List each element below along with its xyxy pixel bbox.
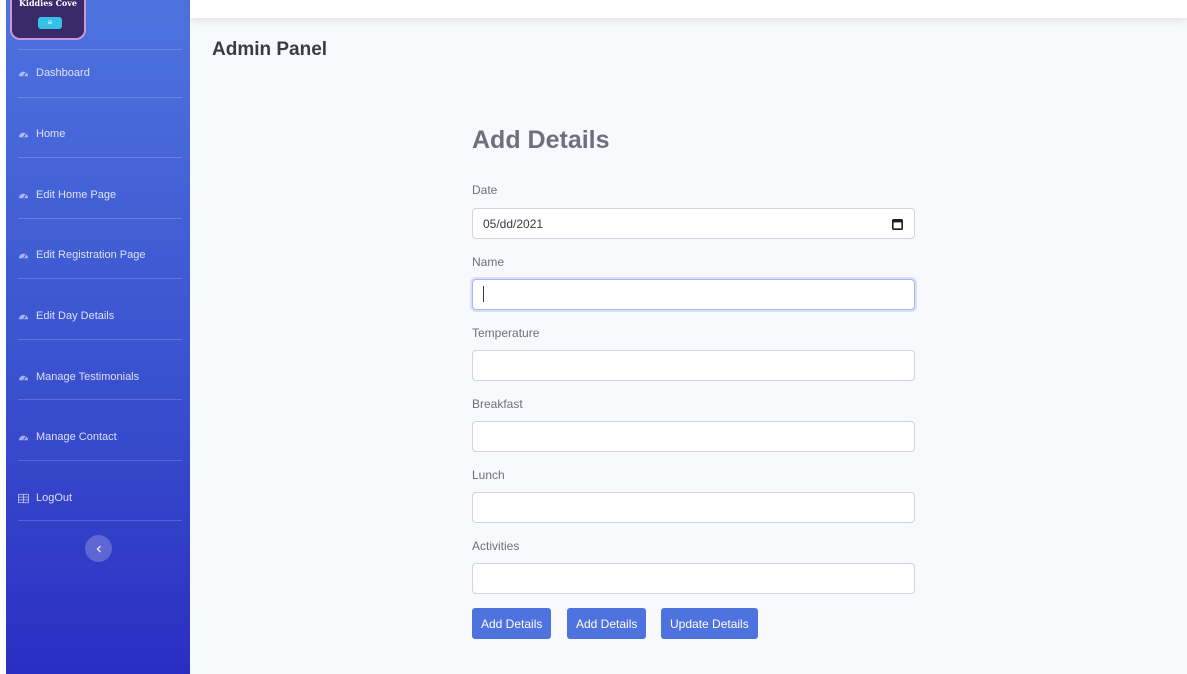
sidebar-item-edit-registration-page[interactable]: Edit Registration Page <box>18 245 182 265</box>
update-details-button[interactable]: Update Details <box>661 608 758 639</box>
chevron-left-icon <box>96 545 101 552</box>
sidebar: Kiddies Cove ≡ Dashboard Home Edit Home … <box>6 0 190 674</box>
calendar-icon[interactable] <box>892 218 903 230</box>
sidebar-item-edit-home-page[interactable]: Edit Home Page <box>18 185 182 205</box>
sidebar-divider <box>18 460 182 461</box>
breakfast-label: Breakfast <box>472 397 523 411</box>
form-title: Add Details <box>472 126 610 154</box>
sidebar-item-label: Edit Home Page <box>36 189 117 201</box>
sidebar-divider <box>18 520 182 521</box>
sidebar-item-edit-day-details[interactable]: Edit Day Details <box>18 306 182 326</box>
dashboard-icon <box>18 250 29 261</box>
name-field-wrapper <box>472 279 915 310</box>
sidebar-item-label: Edit Day Details <box>36 310 115 322</box>
sidebar-toggle-button[interactable] <box>85 535 112 562</box>
activities-label: Activities <box>472 539 520 553</box>
page-title: Admin Panel <box>212 39 328 60</box>
date-label: Date <box>472 183 498 197</box>
sidebar-divider <box>18 339 182 340</box>
sidebar-divider <box>18 49 182 50</box>
add-details-button-secondary[interactable]: Add Details <box>567 608 647 639</box>
topbar <box>190 0 1187 18</box>
name-input[interactable] <box>472 279 915 310</box>
add-details-button[interactable]: Add Details <box>472 608 552 639</box>
lunch-label: Lunch <box>472 468 505 482</box>
sidebar-divider <box>18 278 182 279</box>
lunch-input[interactable] <box>472 492 915 523</box>
sidebar-item-label: Edit Registration Page <box>36 249 146 261</box>
dashboard-icon <box>18 432 29 443</box>
table-icon <box>18 493 29 504</box>
sidebar-item-dashboard[interactable]: Dashboard <box>18 63 182 83</box>
temperature-input[interactable] <box>472 350 915 381</box>
date-input[interactable]: 05/dd/2021 <box>472 208 915 239</box>
dashboard-icon <box>18 372 29 383</box>
sidebar-divider <box>18 157 182 158</box>
sidebar-divider <box>18 218 182 219</box>
dashboard-icon <box>18 68 29 79</box>
brand-logo-text: Kiddies Cove <box>18 0 78 8</box>
text-caret <box>483 286 484 302</box>
brand-logo-badge: ≡ <box>38 17 62 29</box>
sidebar-item-manage-testimonials[interactable]: Manage Testimonials <box>18 367 182 387</box>
sidebar-item-label: Home <box>36 128 66 140</box>
breakfast-input[interactable] <box>472 421 915 452</box>
name-label: Name <box>472 255 505 269</box>
sidebar-item-home[interactable]: Home <box>18 124 182 144</box>
sidebar-item-label: Manage Testimonials <box>36 371 140 383</box>
sidebar-item-label: Dashboard <box>36 67 90 79</box>
sidebar-item-label: Manage Contact <box>36 431 117 443</box>
sidebar-item-manage-contact[interactable]: Manage Contact <box>18 427 182 447</box>
dashboard-icon <box>18 311 29 322</box>
sidebar-item-label: LogOut <box>36 492 73 504</box>
activities-input[interactable] <box>472 563 915 594</box>
dashboard-icon <box>18 190 29 201</box>
sidebar-divider <box>18 399 182 400</box>
brand-logo[interactable]: Kiddies Cove ≡ <box>10 0 86 40</box>
temperature-label: Temperature <box>472 326 540 340</box>
sidebar-item-logout[interactable]: LogOut <box>18 488 182 508</box>
sidebar-divider <box>18 97 182 98</box>
main-content: Admin Panel Add Details Date 05/dd/2021 … <box>190 0 1187 674</box>
dashboard-icon <box>18 129 29 140</box>
date-value: 05/dd/2021 <box>483 217 544 231</box>
